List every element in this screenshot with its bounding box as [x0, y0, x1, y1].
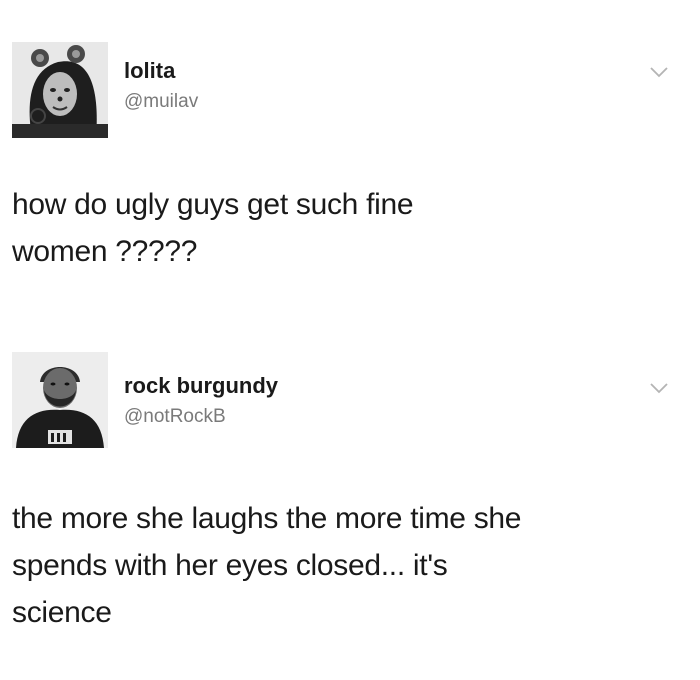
tweet-text-line: spends with her eyes closed... it's	[12, 549, 448, 582]
avatar[interactable]	[12, 352, 108, 448]
display-name[interactable]: rock burgundy	[124, 373, 278, 399]
avatar[interactable]	[12, 42, 108, 138]
chevron-down-icon[interactable]	[648, 64, 670, 80]
tweet-text-line: women ?????	[12, 235, 198, 268]
tweet-screenshot: { "tweets": [ { "display_name": "lolita"…	[0, 0, 700, 680]
tweet-text-line: science	[12, 596, 112, 629]
chevron-down-icon[interactable]	[648, 380, 670, 396]
tweet-text: how do ugly guys get such fine women ???…	[12, 181, 672, 275]
tweet-text-line: how do ugly guys get such fine	[12, 188, 414, 221]
avatar-photo-icon	[12, 42, 108, 138]
avatar-photo-icon	[12, 352, 108, 448]
tweet-text: the more she laughs the more time she sp…	[12, 495, 672, 636]
user-handle[interactable]: @muilav	[124, 91, 198, 113]
tweet-text-line: the more she laughs the more time she	[12, 502, 522, 535]
user-handle[interactable]: @notRockB	[124, 406, 226, 428]
display-name[interactable]: lolita	[124, 58, 175, 84]
